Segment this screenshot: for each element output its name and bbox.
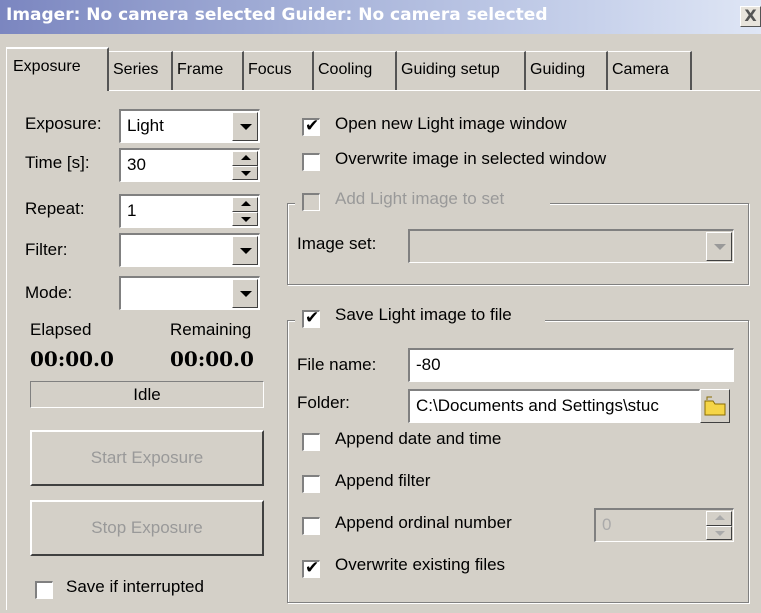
save-if-interrupted-label: Save if interrupted xyxy=(66,577,204,596)
exposure-type-value: Light xyxy=(127,116,164,135)
exposure-label: Exposure: xyxy=(25,114,102,133)
window: Imager: No camera selected Guider: No ca… xyxy=(0,0,761,613)
tab-series[interactable]: Series xyxy=(109,51,173,90)
tab-guiding[interactable]: Guiding xyxy=(526,51,608,90)
spin-down-icon[interactable] xyxy=(706,525,732,540)
folder-input[interactable]: C:\Documents and Settings\stuc xyxy=(408,389,700,423)
file-name-input[interactable]: -80 xyxy=(408,348,734,382)
spin-up-icon[interactable] xyxy=(232,197,258,212)
folder-label: Folder: xyxy=(297,393,350,412)
elapsed-time: 00:00.0 xyxy=(30,347,114,371)
save-to-file-label: Save Light image to file xyxy=(335,305,512,324)
repeat-value: 1 xyxy=(127,201,137,220)
file-name-label: File name: xyxy=(297,355,377,374)
spin-up-icon[interactable] xyxy=(232,151,258,166)
chevron-down-icon[interactable] xyxy=(232,112,258,141)
repeat-input[interactable]: 1 xyxy=(119,194,260,228)
overwrite-selected-label: Overwrite image in selected window xyxy=(335,149,607,168)
stop-exposure-button[interactable]: Stop Exposure xyxy=(30,500,264,556)
image-set-select[interactable] xyxy=(408,229,734,263)
overwrite-selected-checkbox[interactable] xyxy=(302,153,320,171)
exposure-type-select[interactable]: Light xyxy=(119,109,260,143)
open-new-window-checkbox[interactable]: ✔ xyxy=(302,116,320,136)
time-value: 30 xyxy=(127,155,146,174)
spin-down-icon[interactable] xyxy=(232,165,258,180)
mode-label: Mode: xyxy=(25,283,73,302)
tab-focus[interactable]: Focus xyxy=(244,51,314,90)
overwrite-existing-label: Overwrite existing files xyxy=(335,555,506,574)
append-ordinal-label: Append ordinal number xyxy=(335,513,512,532)
repeat-label: Repeat: xyxy=(25,199,85,218)
ordinal-number-value: 0 xyxy=(602,515,612,534)
elapsed-label: Elapsed xyxy=(30,320,92,339)
time-spinner[interactable] xyxy=(232,151,258,180)
chevron-down-icon[interactable] xyxy=(232,236,258,265)
time-input[interactable]: 30 xyxy=(119,148,260,182)
image-set-label: Image set: xyxy=(297,234,377,253)
append-date-time-checkbox[interactable] xyxy=(302,433,320,451)
save-to-file-checkbox[interactable]: ✔ xyxy=(302,308,320,328)
check-icon: ✔ xyxy=(305,558,320,577)
append-filter-label: Append filter xyxy=(335,471,431,490)
check-icon: ✔ xyxy=(305,308,320,327)
browse-folder-button[interactable] xyxy=(700,389,730,423)
append-filter-checkbox[interactable] xyxy=(302,475,320,493)
tab-frame[interactable]: Frame xyxy=(173,51,244,90)
tab-camera[interactable]: Camera xyxy=(608,51,692,90)
remaining-label: Remaining xyxy=(170,320,252,339)
title-bar[interactable]: Imager: No camera selected Guider: No ca… xyxy=(0,0,761,34)
tab-cooling[interactable]: Cooling xyxy=(314,51,397,90)
spin-up-icon[interactable] xyxy=(706,511,732,526)
folder-icon xyxy=(704,396,726,416)
close-button[interactable]: X xyxy=(740,6,761,27)
spin-down-icon[interactable] xyxy=(232,211,258,226)
save-if-interrupted-checkbox[interactable] xyxy=(35,581,53,599)
tab-guiding-setup[interactable]: Guiding setup xyxy=(397,51,526,90)
ordinal-number-input[interactable]: 0 xyxy=(594,508,734,542)
time-label: Time [s]: xyxy=(25,153,90,172)
window-title: Imager: No camera selected Guider: No ca… xyxy=(6,5,548,25)
check-icon: ✔ xyxy=(305,116,320,135)
overwrite-existing-checkbox[interactable]: ✔ xyxy=(302,558,320,578)
status-bar: Idle xyxy=(30,381,264,408)
start-exposure-button[interactable]: Start Exposure xyxy=(30,430,264,486)
append-date-time-label: Append date and time xyxy=(335,429,502,448)
ordinal-spinner[interactable] xyxy=(706,511,732,540)
tab-exposure[interactable]: Exposure xyxy=(6,47,109,91)
filter-select[interactable] xyxy=(119,233,260,267)
add-to-set-checkbox[interactable] xyxy=(302,193,320,211)
append-ordinal-checkbox[interactable] xyxy=(302,517,320,535)
chevron-down-icon[interactable] xyxy=(706,232,732,261)
filter-label: Filter: xyxy=(25,240,68,259)
repeat-spinner[interactable] xyxy=(232,197,258,226)
chevron-down-icon[interactable] xyxy=(232,279,258,308)
mode-select[interactable] xyxy=(119,276,260,310)
add-to-set-label: Add Light image to set xyxy=(335,189,505,208)
open-new-window-label: Open new Light image window xyxy=(335,114,567,133)
remaining-time: 00:00.0 xyxy=(170,347,254,371)
